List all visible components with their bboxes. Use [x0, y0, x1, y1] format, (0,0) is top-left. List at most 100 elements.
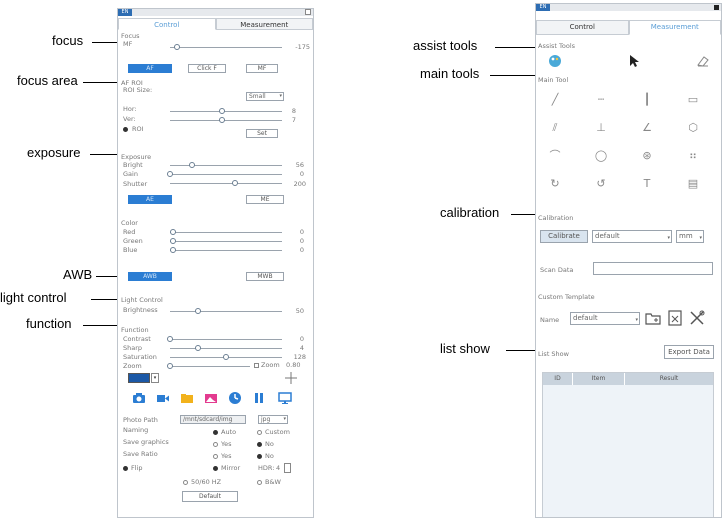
mirror-radio[interactable] [213, 466, 218, 471]
arc-tool-icon[interactable]: ⌒ [548, 149, 562, 163]
save-graphics-no-radio[interactable] [257, 442, 262, 447]
folder-icon[interactable] [180, 391, 194, 405]
saturation-slider-knob[interactable] [223, 354, 229, 360]
tab-measurement[interactable]: Measurement [215, 18, 313, 30]
sharp-slider[interactable] [170, 348, 282, 349]
multi-point-tool-icon[interactable]: ⠶ [686, 149, 700, 163]
naming-auto-radio[interactable] [213, 430, 218, 435]
hor-slider[interactable] [170, 111, 282, 112]
pause-icon[interactable] [252, 391, 266, 405]
sharp-slider-knob[interactable] [195, 345, 201, 351]
zoom-checkbox[interactable] [254, 363, 259, 368]
hz-radio[interactable] [183, 480, 188, 485]
red-slider[interactable] [170, 232, 282, 233]
default-button[interactable]: Default [182, 491, 238, 502]
tab-control[interactable]: Control [536, 20, 629, 35]
export-data-button[interactable]: Export Data [664, 345, 714, 359]
three-point-circle-tool-icon[interactable]: ↻ [548, 177, 562, 191]
click-focus-button[interactable]: Click F [188, 64, 226, 73]
brightness-slider-knob[interactable] [195, 308, 201, 314]
contrast-slider[interactable] [170, 339, 282, 340]
circle-tool-icon[interactable]: ◯ [594, 149, 608, 163]
roi-size-select[interactable]: Small ▾ [246, 92, 284, 101]
camera-icon[interactable] [132, 391, 146, 405]
delete-file-icon[interactable] [666, 309, 684, 327]
contrast-slider-knob[interactable] [167, 336, 173, 342]
calibrate-button[interactable]: Calibrate [540, 230, 588, 243]
vertical-line-tool-icon[interactable]: ┃ [640, 93, 654, 107]
crosshair-icon[interactable] [284, 371, 298, 385]
palette-icon[interactable] [548, 54, 562, 68]
save-ratio-no-radio[interactable] [257, 454, 262, 459]
horizontal-line-tool-icon[interactable]: ┄ [594, 93, 608, 107]
gain-slider[interactable] [170, 174, 282, 175]
zoom-slider[interactable] [170, 366, 250, 367]
color-picker-toggle[interactable]: ▾ [151, 373, 159, 383]
monitor-icon[interactable] [278, 391, 292, 405]
me-button[interactable]: ME [246, 195, 284, 204]
hor-slider-knob[interactable] [218, 108, 225, 114]
clock-icon[interactable] [228, 391, 242, 405]
line-tool-icon[interactable]: ╱ [548, 93, 562, 107]
ae-button[interactable]: AE [128, 195, 172, 204]
image-icon[interactable] [204, 391, 218, 405]
roi-set-button[interactable]: Set [246, 129, 278, 138]
ver-slider-knob[interactable] [218, 117, 225, 123]
eraser-icon[interactable] [696, 54, 710, 68]
zoom-slider-knob[interactable] [167, 363, 173, 369]
ver-slider[interactable] [170, 120, 282, 121]
perpendicular-tool-icon[interactable]: ⊥ [594, 121, 608, 135]
cursor-icon[interactable] [628, 54, 640, 68]
template-name-select[interactable]: default ▾ [570, 312, 640, 325]
rectangle-tool-icon[interactable]: ▭ [686, 93, 700, 107]
two-point-circle-tool-icon[interactable]: ↺ [594, 177, 608, 191]
polygon-tool-icon[interactable]: ⬡ [686, 121, 700, 135]
window-toggle-icon[interactable] [714, 5, 719, 10]
roi-size-label: ROI Size: [123, 86, 153, 94]
save-ratio-yes-radio[interactable] [213, 454, 218, 459]
scale-bar-tool-icon[interactable]: ▤ [686, 177, 700, 191]
video-icon[interactable] [156, 391, 170, 405]
mf-slider-knob[interactable] [173, 44, 180, 50]
language-badge[interactable]: EN [118, 9, 132, 16]
mf-slider[interactable] [170, 47, 282, 48]
calibration-select[interactable]: default ▾ [592, 230, 672, 243]
mf-button[interactable]: MF [246, 64, 278, 73]
save-graphics-no-label: No [265, 440, 274, 448]
color-swatch[interactable] [128, 373, 150, 383]
bw-radio[interactable] [257, 480, 262, 485]
folder-add-icon[interactable] [644, 309, 662, 327]
af-button[interactable]: AF [128, 64, 172, 73]
save-graphics-yes-radio[interactable] [213, 442, 218, 447]
awb-button[interactable]: AWB [128, 272, 172, 281]
format-select[interactable]: jpg ▾ [258, 415, 288, 424]
scan-data-input[interactable] [593, 262, 713, 275]
tab-measurement[interactable]: Measurement [628, 20, 721, 35]
brightness-slider[interactable] [170, 311, 282, 312]
roi-radio[interactable] [123, 127, 128, 132]
bright-slider[interactable] [170, 165, 282, 166]
hdr-stepper[interactable] [284, 463, 291, 473]
text-tool-icon[interactable]: T [640, 177, 654, 191]
parallel-tool-icon[interactable]: ⫽ [548, 121, 562, 135]
shutter-slider[interactable] [170, 183, 282, 184]
unit-select[interactable]: mm ▾ [676, 230, 704, 243]
concentric-circle-tool-icon[interactable]: ⊛ [640, 149, 654, 163]
gain-slider-knob[interactable] [167, 171, 173, 177]
green-slider[interactable] [170, 241, 282, 242]
tab-control[interactable]: Control [118, 18, 216, 30]
shutter-slider-knob[interactable] [231, 180, 238, 186]
bright-slider-knob[interactable] [189, 162, 196, 168]
blue-slider-knob[interactable] [170, 247, 176, 253]
window-toggle-icon[interactable] [305, 9, 311, 15]
flip-radio[interactable] [123, 466, 128, 471]
green-slider-knob[interactable] [170, 238, 176, 244]
red-slider-knob[interactable] [170, 229, 176, 235]
naming-custom-radio[interactable] [257, 430, 262, 435]
language-badge[interactable]: EN [536, 4, 550, 11]
blue-slider[interactable] [170, 250, 282, 251]
mwb-button[interactable]: MWB [246, 272, 284, 281]
tools-icon[interactable] [688, 309, 706, 327]
angle-tool-icon[interactable]: ∠ [640, 121, 654, 135]
photo-path-input[interactable]: /mnt/sdcard/img [180, 415, 246, 424]
